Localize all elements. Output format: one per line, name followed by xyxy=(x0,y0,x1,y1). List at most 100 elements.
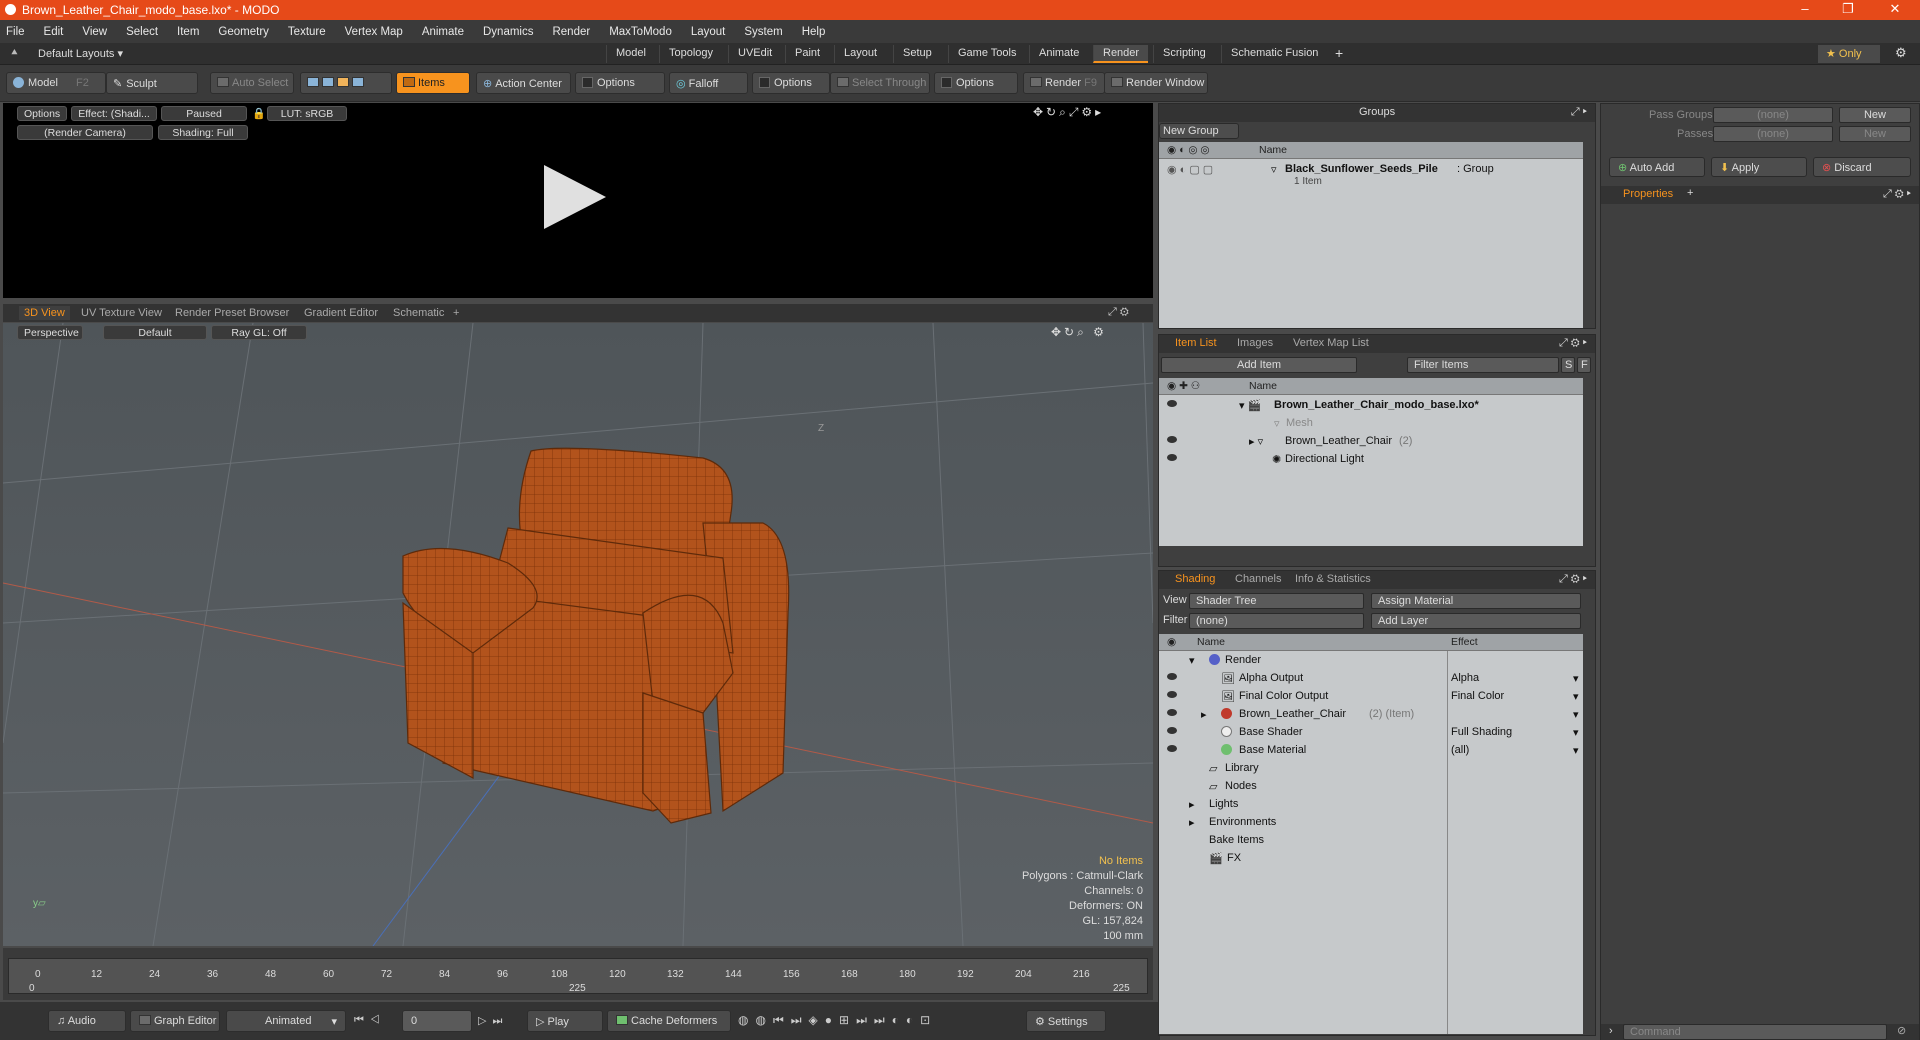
maximize-button[interactable]: ❐ xyxy=(1833,1,1863,17)
expand-icon[interactable]: ⤢ ⚙ ▸ xyxy=(1559,337,1587,350)
select-through-options[interactable]: Options xyxy=(934,72,1018,94)
tab-schematic-fusion[interactable]: Schematic Fusion xyxy=(1221,45,1327,63)
eye-icon[interactable] xyxy=(1167,727,1177,734)
expand-arrow-icon[interactable]: ▸ ▿ xyxy=(1249,435,1263,448)
apply-button[interactable]: ⬇ Apply xyxy=(1711,157,1807,177)
lock-icon[interactable]: 🔒 xyxy=(252,107,266,120)
gear-icon[interactable]: ⚙ xyxy=(1895,45,1907,61)
expand-arrow-icon[interactable]: ▸ xyxy=(1189,816,1195,829)
menu-geometry[interactable]: Geometry xyxy=(218,26,269,38)
play-button[interactable]: ▷ Play xyxy=(527,1010,603,1032)
falloff-options-checkbox[interactable] xyxy=(759,77,770,88)
tab-paint[interactable]: Paint xyxy=(785,45,829,63)
sculpt-button[interactable]: ✎ Sculpt xyxy=(106,72,198,94)
group-row[interactable]: ◉ ◐ ▢ ▢ ▿ Black_Sunflower_Seeds_Pile : G… xyxy=(1159,160,1583,187)
play-icon[interactable] xyxy=(544,165,606,229)
tab-layout[interactable]: Layout xyxy=(834,45,886,63)
items-mode-button[interactable]: Items xyxy=(396,72,470,94)
edges-mode-icon[interactable] xyxy=(322,77,334,87)
passes-dropdown[interactable]: (none) xyxy=(1713,126,1833,142)
shader-row-fx[interactable]: 🎬 FX xyxy=(1159,849,1583,867)
lut-dropdown[interactable]: LUT: sRGB xyxy=(267,106,347,121)
menu-select[interactable]: Select xyxy=(126,26,158,38)
paused-button[interactable]: Paused xyxy=(161,106,247,121)
render-window-button[interactable]: Render Window xyxy=(1104,72,1208,94)
item-row-scene[interactable]: ▾ 🎬 Brown_Leather_Chair_modo_base.lxo* xyxy=(1159,396,1583,414)
menu-edit[interactable]: Edit xyxy=(44,26,64,38)
render-camera-dropdown[interactable]: (Render Camera) xyxy=(17,125,153,140)
vertices-mode-icon[interactable] xyxy=(307,77,319,87)
chevron-right-icon[interactable]: › xyxy=(1609,1025,1613,1037)
menu-render[interactable]: Render xyxy=(552,26,590,38)
tab-uv-texture-view[interactable]: UV Texture View xyxy=(76,306,167,320)
menu-item[interactable]: Item xyxy=(177,26,199,38)
menu-animate[interactable]: Animate xyxy=(422,26,464,38)
minimize-button[interactable]: – xyxy=(1790,1,1820,16)
effect-value[interactable]: (all) xyxy=(1451,744,1469,756)
frame-field[interactable]: 0 xyxy=(402,1010,472,1032)
chevron-down-icon[interactable]: ▾ xyxy=(1573,708,1579,721)
tab-uvedit[interactable]: UVEdit xyxy=(728,45,781,63)
new-pass-group-button[interactable]: New xyxy=(1839,107,1911,123)
f-button[interactable]: F xyxy=(1577,357,1591,373)
effect-value[interactable]: Full Shading xyxy=(1451,726,1512,738)
tab-animate[interactable]: Animate xyxy=(1029,45,1088,63)
model-button[interactable]: Model F2 xyxy=(6,72,106,94)
menu-vertex-map[interactable]: Vertex Map xyxy=(345,26,403,38)
filter-items-field[interactable]: Filter Items xyxy=(1407,357,1559,373)
tab-info-statistics[interactable]: Info & Statistics xyxy=(1295,573,1371,585)
shader-row-library[interactable]: ▱ Library xyxy=(1159,759,1583,777)
action-center-options[interactable]: Options xyxy=(575,72,665,94)
menu-system[interactable]: System xyxy=(744,26,782,38)
expand-icon[interactable]: ⤢ ⚙ ▸ xyxy=(1559,573,1587,586)
materials-mode-icon[interactable] xyxy=(352,77,364,87)
effect-value[interactable]: Alpha xyxy=(1451,672,1479,684)
expand-arrow-icon[interactable]: ▾ 🎬 xyxy=(1239,399,1261,412)
stop-icon[interactable]: ⊘ xyxy=(1897,1024,1906,1037)
shader-row-nodes[interactable]: ▱ Nodes xyxy=(1159,777,1583,795)
shading-dropdown[interactable]: Shading: Full xyxy=(158,125,248,140)
shader-row-chair[interactable]: ▸ Brown_Leather_Chair (2) (Item) ▾ xyxy=(1159,705,1583,723)
tab-properties[interactable]: Properties xyxy=(1623,188,1673,200)
render-button[interactable]: Render F9 xyxy=(1023,72,1105,94)
eye-icon[interactable] xyxy=(1167,673,1177,680)
add-layer-dropdown[interactable]: Add Layer xyxy=(1371,613,1581,629)
viewport-expand-icon[interactable]: ⤢ ⚙ xyxy=(1108,306,1129,319)
tab-model[interactable]: Model xyxy=(606,45,655,63)
eye-icon[interactable] xyxy=(1167,436,1177,443)
tab-shading[interactable]: Shading xyxy=(1175,573,1215,585)
animated-dropdown[interactable]: Animated ▾ xyxy=(226,1010,346,1032)
tab-topology[interactable]: Topology xyxy=(659,45,722,63)
item-row-chair[interactable]: ▸ ▿ Brown_Leather_Chair (2) xyxy=(1159,432,1583,450)
chevron-down-icon[interactable]: ▾ xyxy=(1573,744,1579,757)
chevron-down-icon[interactable]: ▾ xyxy=(1573,672,1579,685)
tab-render[interactable]: Render xyxy=(1093,45,1149,63)
auto-select-button[interactable]: Auto Select xyxy=(210,72,294,94)
tab-item-list[interactable]: Item List xyxy=(1175,337,1217,349)
add-view-tab[interactable]: + xyxy=(448,306,464,320)
expand-arrow-icon[interactable]: ▾ xyxy=(1189,654,1195,667)
shader-row-base-material[interactable]: Base Material (all) ▾ xyxy=(1159,741,1583,759)
shader-row-final-color[interactable]: 🖼 Final Color Output Final Color ▾ xyxy=(1159,687,1583,705)
default-style-dropdown[interactable]: Default xyxy=(103,325,207,340)
settings-button[interactable]: ⚙ Settings xyxy=(1026,1010,1106,1032)
tab-vertex-map-list[interactable]: Vertex Map List xyxy=(1293,337,1369,349)
eye-icon[interactable] xyxy=(1167,709,1177,716)
tab-channels[interactable]: Channels xyxy=(1235,573,1281,585)
add-tab-icon[interactable]: + xyxy=(1687,187,1693,199)
auto-add-button[interactable]: ⊕ Auto Add xyxy=(1609,157,1705,177)
chair-model[interactable] xyxy=(3,323,1153,946)
viewport-nav-icons[interactable]: ✥↻⌕ ⚙ xyxy=(1051,325,1107,340)
pass-groups-dropdown[interactable]: (none) xyxy=(1713,107,1833,123)
render-options-button[interactable]: Options xyxy=(17,106,67,121)
expand-icon[interactable]: ⤢ ▸ xyxy=(1571,106,1587,119)
discard-button[interactable]: ⊗ Discard xyxy=(1813,157,1911,177)
options-checkbox[interactable] xyxy=(582,77,593,88)
select-through-button[interactable]: Select Through xyxy=(830,72,930,94)
graph-editor-button[interactable]: Graph Editor xyxy=(130,1010,220,1032)
effect-value[interactable]: Final Color xyxy=(1451,690,1504,702)
menu-help[interactable]: Help xyxy=(802,26,826,38)
shader-row-render[interactable]: ▾ Render xyxy=(1159,651,1583,669)
new-pass-button[interactable]: New xyxy=(1839,126,1911,142)
select-through-checkbox[interactable] xyxy=(941,77,952,88)
